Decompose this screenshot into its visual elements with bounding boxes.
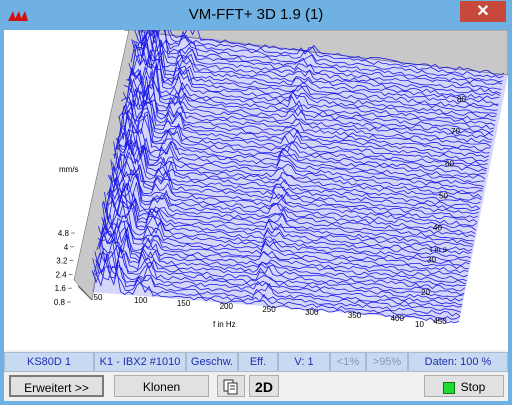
title-bar[interactable]: VM-FFT+ 3D 1.9 (1) ✕ [0, 0, 512, 30]
close-button[interactable]: ✕ [460, 1, 506, 22]
time-tick-label: 60 [445, 159, 454, 168]
time-tick-label: 70 [451, 127, 460, 136]
time-tick-label: 40 [433, 224, 442, 233]
copy-icon [223, 379, 238, 395]
amp-tick-label: 4.8 [58, 229, 70, 238]
freq-tick-label: 250 [262, 305, 276, 314]
status-v: V: 1 [278, 352, 330, 372]
client-area: mm/s 4.8 4 3.2 2.4 1.6 0.8 50 100 150 200 250 300 3… [4, 30, 508, 401]
2d-view-button[interactable]: 2D [249, 375, 279, 397]
advanced-button[interactable]: Erweitert >> [9, 375, 104, 397]
status-channel: K1 - IBX2 #1010 [94, 352, 186, 372]
time-tick-label: 20 [421, 288, 430, 297]
amp-axis: 4.8 4 3.2 2.4 1.6 0.8 [54, 229, 75, 307]
waterfall-plot[interactable]: mm/s 4.8 4 3.2 2.4 1.6 0.8 50 100 150 200 250 300 3… [4, 30, 508, 350]
status-data: Daten: 100 % [408, 352, 508, 372]
status-high: >95% [366, 352, 408, 372]
status-bar: KS80D 1 K1 - IBX2 #1010 Geschw. Eff. V: … [4, 352, 508, 372]
freq-tick-label: 350 [348, 311, 362, 320]
time-tick-label: 50 [439, 191, 448, 200]
status-quantity: Geschw. [186, 352, 238, 372]
status-low: <1% [330, 352, 366, 372]
amp-unit-label: mm/s [59, 165, 79, 174]
amp-tick-label: 4 [64, 243, 69, 252]
status-led-icon [442, 381, 455, 394]
copy-button[interactable] [217, 375, 245, 397]
time-tick-label: 30 [427, 256, 436, 265]
status-device: KS80D 1 [4, 352, 94, 372]
freq-tick-label: 400 [391, 314, 405, 323]
freq-tick-label: 450 [433, 317, 447, 326]
time-axis-label: t in s [430, 245, 447, 254]
status-mode: Eff. [238, 352, 278, 372]
waterfall-svg: mm/s 4.8 4 3.2 2.4 1.6 0.8 50 100 150 200 250 300 3… [54, 30, 508, 329]
freq-axis-label: f in Hz [213, 320, 236, 329]
time-tick-label: 80 [457, 95, 466, 104]
bottom-toolbar: Erweitert >> Klonen 2D Stop [4, 372, 508, 401]
stop-label: Stop [460, 380, 486, 394]
freq-tick-label: 150 [177, 299, 191, 308]
freq-tick-label: 200 [220, 302, 234, 311]
time-tick-label: 10 [415, 320, 424, 329]
amp-tick-label: 2.4 [55, 270, 67, 279]
freq-tick-label: 100 [134, 296, 148, 305]
stop-button[interactable]: Stop [424, 375, 504, 397]
freq-tick-label: 50 [94, 293, 103, 302]
amp-tick-label: 3.2 [56, 257, 68, 266]
amp-tick-label: 0.8 [54, 298, 66, 307]
window-title: VM-FFT+ 3D 1.9 (1) [188, 6, 324, 23]
clone-button[interactable]: Klonen [114, 375, 209, 397]
freq-tick-label: 300 [305, 308, 319, 317]
app-window: VM-FFT+ 3D 1.9 (1) ✕ mm/s 4.8 4 3.2 2.4 1.6 0… [0, 0, 512, 405]
amp-tick-label: 1.6 [55, 284, 67, 293]
